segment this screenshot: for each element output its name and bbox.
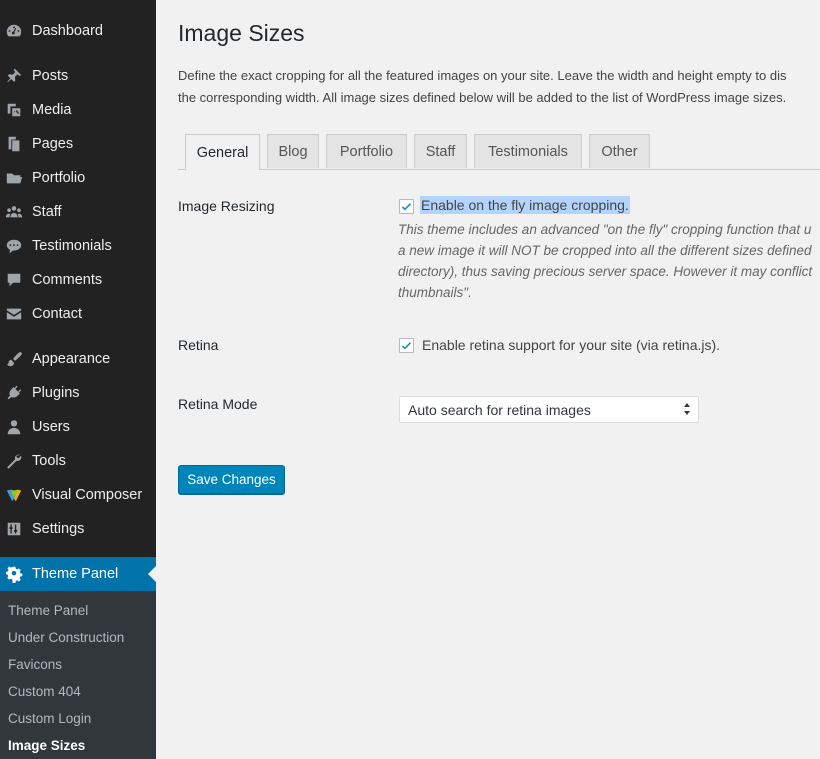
folder-icon <box>4 168 24 188</box>
pushpin-icon <box>4 66 24 86</box>
tab-staff[interactable]: Staff <box>414 134 467 168</box>
image-resizing-description: This theme includes an advanced "on the … <box>398 219 820 303</box>
retina-checkbox[interactable] <box>399 338 414 353</box>
menu-item-testimonials[interactable]: Testimonials <box>0 229 156 263</box>
menu-item-media[interactable]: Media <box>0 93 156 127</box>
menu-label: Testimonials <box>32 238 112 254</box>
submenu-item-custom-login[interactable]: Custom Login <box>8 711 91 726</box>
tab-testimonials[interactable]: Testimonials <box>474 134 582 168</box>
comment-icon <box>4 270 24 290</box>
menu-label: Contact <box>32 306 82 322</box>
tab-portfolio[interactable]: Portfolio <box>326 134 407 168</box>
image-resizing-checkbox-label[interactable]: Enable on the fly image cropping. <box>420 196 630 214</box>
retina-mode-label: Retina Mode <box>178 396 258 412</box>
menu-item-comments[interactable]: Comments <box>0 263 156 297</box>
visual-composer-icon <box>4 485 24 505</box>
speech-bubble-icon <box>4 236 24 256</box>
menu-item-dashboard[interactable]: Dashboard <box>0 14 156 48</box>
menu-item-pages[interactable]: Pages <box>0 127 156 161</box>
submenu-item-image-sizes[interactable]: Image Sizes <box>8 738 85 753</box>
user-icon <box>4 417 24 437</box>
staff-icon <box>4 202 24 222</box>
wrench-icon <box>4 451 24 471</box>
menu-label: Portfolio <box>32 170 86 186</box>
tab-general[interactable]: General <box>185 134 260 170</box>
image-resizing-label: Image Resizing <box>178 198 275 214</box>
pages-icon <box>4 134 24 154</box>
tab-blog[interactable]: Blog <box>267 134 319 168</box>
menu-label: Staff <box>32 204 62 220</box>
tab-other[interactable]: Other <box>589 134 650 168</box>
menu-item-appearance[interactable]: Appearance <box>0 342 156 376</box>
menu-label: Appearance <box>32 351 111 367</box>
paintbrush-icon <box>4 349 24 369</box>
gear-icon <box>4 564 24 584</box>
retina-mode-select[interactable]: Auto search for retina images <box>399 396 699 423</box>
menu-item-users[interactable]: Users <box>0 410 156 444</box>
menu-label: Settings <box>32 521 85 537</box>
description-line: the corresponding width. All image sizes… <box>178 90 787 105</box>
description-line: directory), thus saving precious server … <box>398 264 813 279</box>
description-line: Define the exact cropping for all the fe… <box>178 68 787 83</box>
submenu-item-custom-404[interactable]: Custom 404 <box>8 684 81 699</box>
plug-icon <box>4 383 24 403</box>
menu-label: Dashboard <box>32 23 103 39</box>
submenu-item-under-construction[interactable]: Under Construction <box>8 630 124 645</box>
page-description: Define the exact cropping for all the fe… <box>178 65 820 109</box>
settings-tabs: General Blog Portfolio Staff Testimonial… <box>178 134 820 170</box>
media-icon <box>4 100 24 120</box>
menu-item-tools[interactable]: Tools <box>0 444 156 478</box>
menu-item-theme-panel[interactable]: Theme Panel <box>0 557 156 591</box>
dashboard-icon <box>4 21 24 41</box>
description-line: This theme includes an advanced "on the … <box>398 222 812 237</box>
menu-label: Pages <box>32 136 74 152</box>
envelope-icon <box>4 304 24 324</box>
image-resizing-checkbox[interactable] <box>399 199 414 214</box>
menu-label: Plugins <box>32 385 80 401</box>
retina-checkbox-label[interactable]: Enable retina support for your site (via… <box>422 337 720 353</box>
menu-item-portfolio[interactable]: Portfolio <box>0 161 156 195</box>
menu-label: Comments <box>32 272 103 288</box>
menu-item-visual-composer[interactable]: Visual Composer <box>0 478 156 512</box>
description-line: thumbnails". <box>398 285 472 300</box>
save-changes-button[interactable]: Save Changes <box>178 465 285 494</box>
retina-label: Retina <box>178 337 219 353</box>
checkmark-icon <box>401 203 412 211</box>
description-line: a new image it will NOT be cropped into … <box>398 243 812 258</box>
menu-label: Media <box>32 102 72 118</box>
select-arrows-icon <box>684 403 690 415</box>
menu-item-staff[interactable]: Staff <box>0 195 156 229</box>
menu-label: Tools <box>32 453 66 469</box>
settings-icon <box>4 519 24 539</box>
menu-item-posts[interactable]: Posts <box>0 59 156 93</box>
active-menu-arrow <box>148 566 156 582</box>
checkmark-icon <box>401 342 412 350</box>
menu-label: Visual Composer <box>32 487 143 503</box>
submenu-item-theme-panel[interactable]: Theme Panel <box>8 603 88 618</box>
menu-item-plugins[interactable]: Plugins <box>0 376 156 410</box>
theme-panel-submenu: Theme Panel Under Construction Favicons … <box>0 591 156 759</box>
selected-text: Enable on the fly image cropping. <box>420 196 630 214</box>
page-title: Image Sizes <box>178 20 305 46</box>
retina-mode-value: Auto search for retina images <box>408 401 591 418</box>
menu-label: Posts <box>32 68 69 84</box>
submenu-item-favicons[interactable]: Favicons <box>8 657 62 672</box>
menu-label: Theme Panel <box>32 566 119 582</box>
menu-label: Users <box>32 419 70 435</box>
menu-item-settings[interactable]: Settings <box>0 512 156 546</box>
menu-item-contact[interactable]: Contact <box>0 297 156 331</box>
